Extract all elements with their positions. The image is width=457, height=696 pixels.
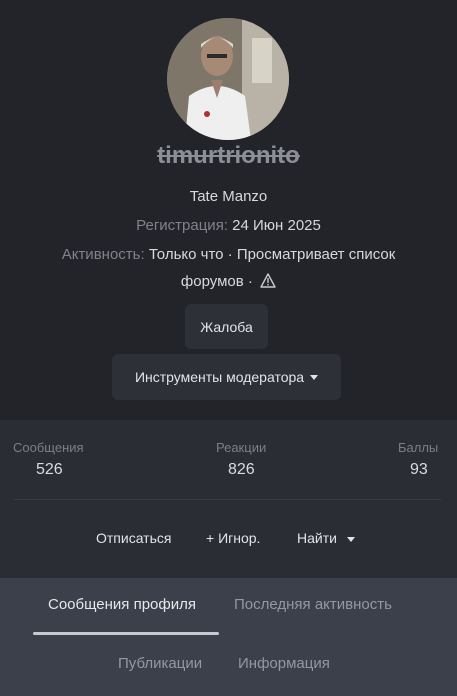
moderator-tools-button[interactable]: Инструменты модератора [112,354,341,400]
chevron-down-icon [346,536,355,542]
stats-panel: Сообщения 526 Реакции 826 Баллы 93 Отпис… [0,420,457,578]
avatar[interactable] [167,18,289,140]
points-label: Баллы [398,440,439,455]
messages-count[interactable]: 526 [36,461,63,479]
tab-profile-posts[interactable]: Сообщения профиля [48,596,196,613]
points-count[interactable]: 93 [410,461,428,479]
chevron-down-icon [310,374,319,380]
profile-header: timurtrionito Tate Manzo Регистрация: 24… [0,0,457,420]
registration-date: 24 Июн 2025 [232,217,321,234]
tab-publications[interactable]: Публикации [118,655,202,672]
messages-label: Сообщения [13,440,84,455]
warning-triangle-icon[interactable] [260,273,276,292]
tab-info[interactable]: Информация [238,655,330,672]
find-button-label: Найти [297,530,337,546]
avatar-photo [167,18,289,140]
activity-value: Только что · Просматривает список [148,246,396,263]
profile-tabs: Сообщения профиля Последняя активность П… [0,578,457,696]
divider [14,499,441,500]
activity-label: Активность: [61,246,145,263]
registration-label: Регистрация: [136,217,228,234]
activity-row-continued: форумов · [0,273,457,292]
username: timurtrionito [157,142,300,169]
tab-latest-activity[interactable]: Последняя активность [234,596,392,613]
ignore-button[interactable]: + Игнор. [206,530,260,546]
unsubscribe-button[interactable]: Отписаться [96,530,171,546]
reactions-label: Реакции [216,440,267,455]
moderator-tools-label: Инструменты модератора [134,369,305,385]
reactions-count[interactable]: 826 [228,461,255,479]
registration-row: Регистрация: 24 Июн 2025 [0,217,457,234]
active-tab-indicator [33,632,219,635]
display-name: Tate Manzo [189,188,268,205]
find-button[interactable]: Найти [297,530,355,546]
report-button-label: Жалоба [200,318,253,335]
report-button[interactable]: Жалоба [185,304,268,349]
activity-value-continued: форумов · [180,273,253,290]
activity-row: Активность: Только что · Просматривает с… [0,246,457,263]
